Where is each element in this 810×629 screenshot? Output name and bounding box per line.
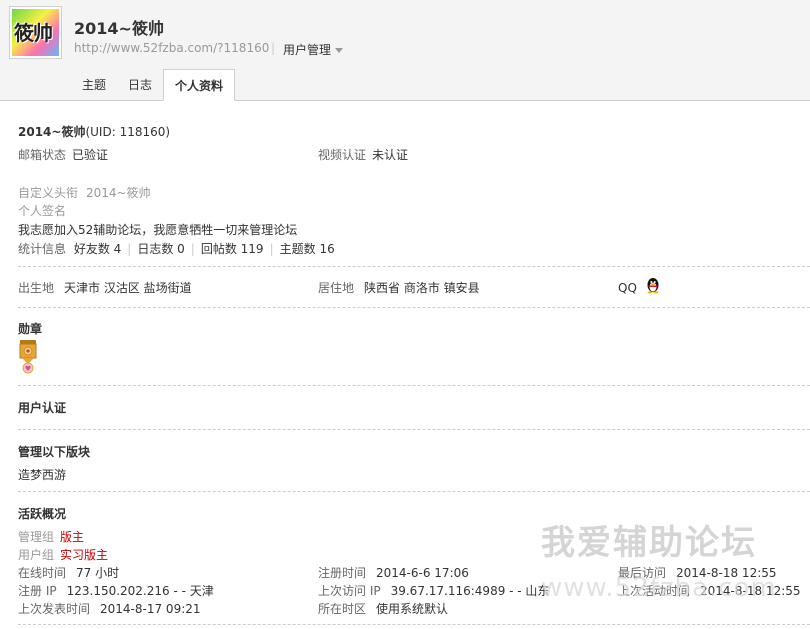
divider <box>18 624 810 625</box>
residence-value: 陕西省 商洛市 镇安县 <box>364 281 480 295</box>
divider <box>18 385 810 386</box>
admin-group: 管理组 版主 <box>18 528 84 545</box>
email-status-label: 邮箱状态 <box>18 148 67 162</box>
avatar-image: 筱帅 <box>12 9 59 56</box>
friends-count-link[interactable]: 好友数 4 <box>74 242 121 256</box>
register-time-label: 注册时间 <box>318 566 367 580</box>
register-ip-label: 注册 IP <box>18 584 57 598</box>
timezone: 所在时区 使用系统默认 <box>318 600 448 617</box>
birthplace: 出生地 天津市 汉沽区 盐场街道 <box>18 279 192 296</box>
activity-heading: 活跃概况 <box>18 507 67 521</box>
avatar[interactable]: 筱帅 <box>9 6 62 59</box>
tab-blogs[interactable]: 日志 <box>117 69 163 101</box>
timezone-value: 使用系统默认 <box>376 602 449 616</box>
online-time-label: 在线时间 <box>18 566 67 580</box>
user-manage-label: 用户管理 <box>283 43 332 57</box>
profile-name-line: 2014~筱帅(UID: 118160) <box>18 123 170 140</box>
divider <box>18 266 810 267</box>
video-status-label: 视频认证 <box>318 148 367 162</box>
timezone-label: 所在时区 <box>318 602 367 616</box>
stats-line: 统计信息 好友数 4 | 日志数 0 | 回帖数 119 | 主题数 16 <box>18 242 335 256</box>
avatar-text: 筱帅 <box>14 21 53 45</box>
profile-uid: (UID: 118160) <box>85 125 171 139</box>
divider <box>18 429 810 430</box>
user-manage-dropdown[interactable]: 用户管理 <box>283 41 344 58</box>
last-post-value: 2014-8-17 09:21 <box>100 602 201 616</box>
register-ip: 注册 IP 123.150.202.216 - - 天津 <box>18 582 214 599</box>
verification-heading: 用户认证 <box>18 401 67 415</box>
email-status: 邮箱状态 已验证 <box>18 146 108 163</box>
birthplace-label: 出生地 <box>18 281 55 295</box>
watermark-url: www.52fzba.com <box>541 573 777 603</box>
birthplace-value: 天津市 汉沽区 盐场街道 <box>64 281 192 295</box>
user-group-value[interactable]: 实习版主 <box>60 548 108 562</box>
signature-text: 我志愿加入52辅助论坛，我愿意牺牲一切来管理论坛 <box>18 223 298 237</box>
register-time-value: 2014-6-6 17:06 <box>376 566 469 580</box>
replies-count-link[interactable]: 回帖数 119 <box>201 242 264 256</box>
video-status: 视频认证 未认证 <box>318 146 408 163</box>
moderated-heading: 管理以下版块 <box>18 445 91 459</box>
residence-label: 居住地 <box>318 281 355 295</box>
divider <box>18 307 810 308</box>
moderated-forum-link[interactable]: 造梦西游 <box>18 466 66 483</box>
custom-title-value: 2014~筱帅 <box>86 186 151 200</box>
blogs-count-link[interactable]: 日志数 0 <box>137 242 184 256</box>
last-ip-label: 上次访问 IP <box>318 584 381 598</box>
tab-threads[interactable]: 主题 <box>71 69 117 101</box>
custom-title-label: 自定义头衔 <box>18 186 79 200</box>
divider: | <box>271 41 276 55</box>
profile-tabs: 主题 日志 个人资料 <box>71 69 236 101</box>
register-ip-value: 123.150.202.216 - - 天津 <box>66 584 214 598</box>
qq-label: QQ <box>618 281 637 295</box>
online-time-value: 77 小时 <box>76 566 120 580</box>
last-post-label: 上次发表时间 <box>18 602 91 616</box>
medal-icon[interactable] <box>19 340 37 376</box>
last-post: 上次发表时间 2014-8-17 09:21 <box>18 600 201 617</box>
divider <box>18 491 810 492</box>
watermark-text: 我爱辅助论坛 <box>541 523 757 563</box>
residence: 居住地 陕西省 商洛市 镇安县 <box>318 279 480 296</box>
email-status-value: 已验证 <box>72 148 109 162</box>
custom-title: 自定义头衔 2014~筱帅 <box>18 184 151 201</box>
qq-penguin-icon[interactable] <box>644 276 662 294</box>
profile-header: 筱帅 2014~筱帅 http://www.52fzba.com/?118160… <box>0 0 810 101</box>
chevron-down-icon <box>335 48 344 53</box>
page-title: 2014~筱帅 <box>74 19 164 38</box>
medals-heading: 勋章 <box>18 322 43 336</box>
space-url-link[interactable]: http://www.52fzba.com/?118160 <box>74 41 269 55</box>
signature-label: 个人签名 <box>18 204 67 218</box>
threads-count-link[interactable]: 主题数 16 <box>280 242 335 256</box>
tab-profile[interactable]: 个人资料 <box>163 69 236 101</box>
profile-name: 2014~筱帅 <box>18 125 86 139</box>
user-group-label: 用户组 <box>18 548 55 562</box>
stats-label: 统计信息 <box>18 242 67 256</box>
online-time: 在线时间 77 小时 <box>18 564 119 581</box>
last-ip: 上次访问 IP 39.67.17.116:4989 - - 山东 <box>318 582 549 599</box>
admin-group-label: 管理组 <box>18 530 55 544</box>
video-status-value: 未认证 <box>372 148 409 162</box>
admin-group-value[interactable]: 版主 <box>60 530 84 544</box>
register-time: 注册时间 2014-6-6 17:06 <box>318 564 469 581</box>
last-ip-value: 39.67.17.116:4989 - - 山东 <box>390 584 550 598</box>
user-group: 用户组 实习版主 <box>18 546 108 563</box>
